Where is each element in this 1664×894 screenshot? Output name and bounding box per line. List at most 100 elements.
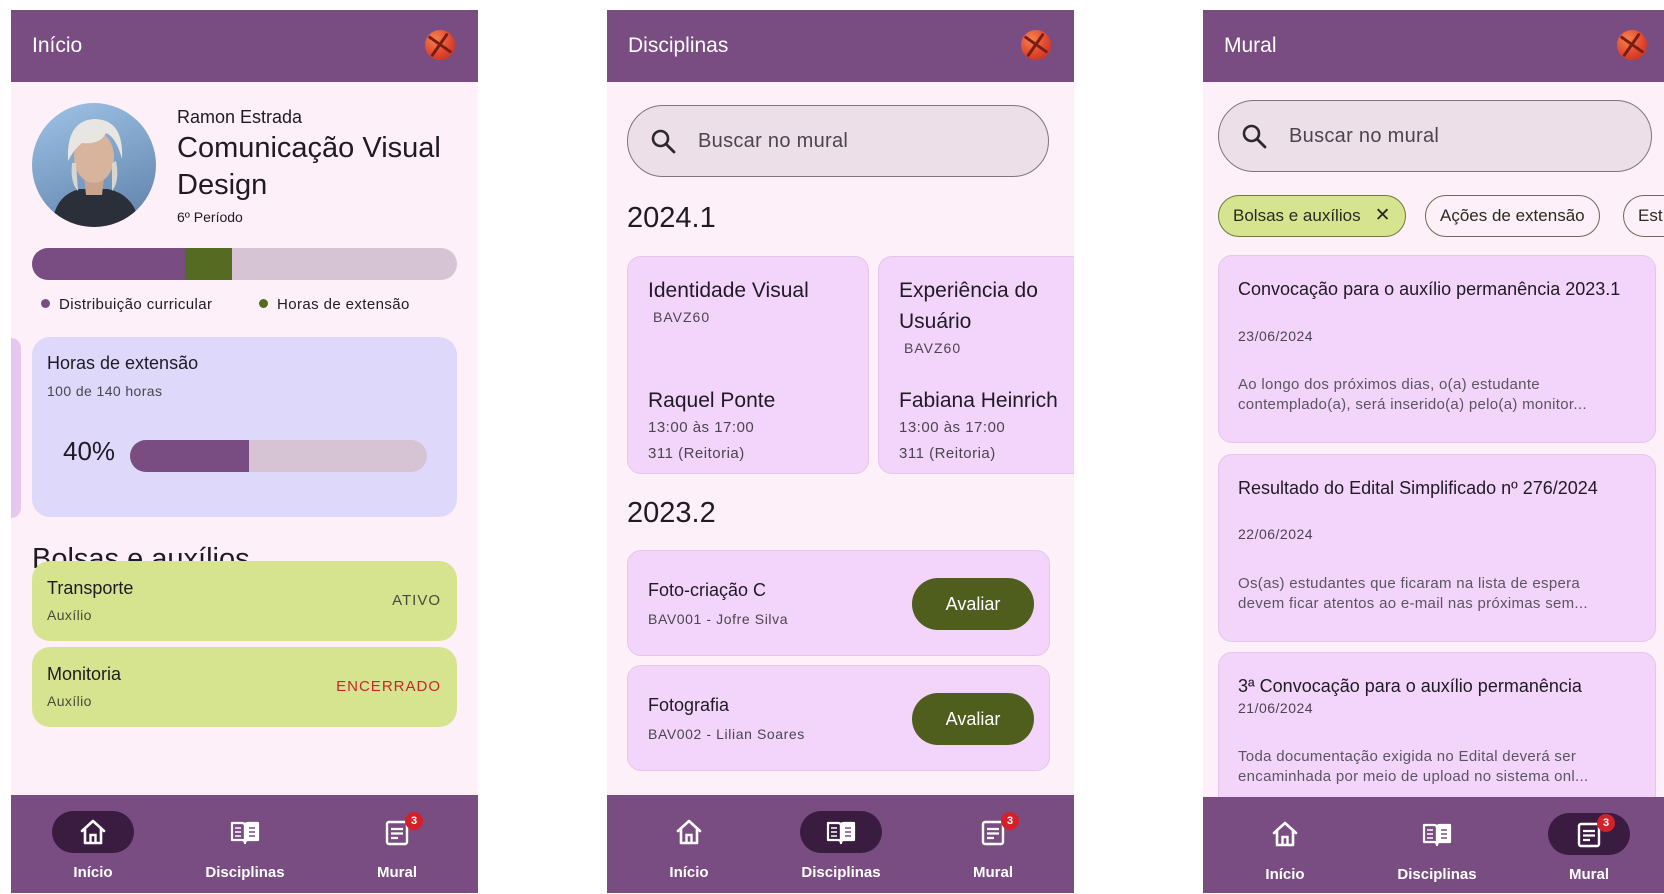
course-code: BAVZ60: [653, 309, 711, 325]
course-title: Experiência do Usuário: [899, 279, 1038, 333]
filter-chip-partial[interactable]: Est: [1623, 195, 1664, 237]
term-heading: 2024.1: [627, 202, 716, 234]
evaluation-card[interactable]: Foto-criação C BAV001 - Jofre Silva Aval…: [627, 550, 1050, 656]
nav-label: Início: [669, 864, 709, 881]
extension-hours-card[interactable]: Horas de extensão 100 de 140 horas 40%: [32, 337, 457, 517]
filter-chip-bolsas[interactable]: Bolsas e auxílios ✕: [1218, 195, 1406, 237]
course-professor: Fabiana Heinrich: [899, 389, 1058, 412]
course-room: 311 (Reitoria): [899, 445, 996, 462]
nav-item-inicio[interactable]: Início: [1215, 797, 1355, 893]
term-heading: 2023.2: [627, 497, 716, 529]
post-title: 3ª Convocação para o auxílio permanência: [1238, 676, 1582, 696]
nav-label: Mural: [1568, 866, 1609, 883]
evaluation-title: Fotografia: [648, 695, 730, 715]
course-professor: Raquel Ponte: [648, 389, 776, 412]
app-bar: Início: [11, 10, 478, 82]
course-card[interactable]: Experiência do Usuário BAVZ60 Fabiana He…: [878, 256, 1074, 474]
nav-item-mural[interactable]: 3 Mural: [1519, 797, 1659, 893]
home-screen: Início Ramon Estrada Comunicação Visual …: [11, 10, 478, 893]
post-date: 23/06/2024: [1238, 328, 1314, 344]
extension-card-subtitle: 100 de 140 horas: [47, 383, 163, 399]
nav-item-inicio[interactable]: Início: [23, 795, 163, 893]
home-icon: [674, 818, 704, 846]
carousel-peek-card[interactable]: [11, 338, 21, 518]
home-icon: [1270, 820, 1300, 848]
nav-item-disciplinas[interactable]: Disciplinas: [771, 795, 911, 893]
post-excerpt: Toda documentação exigida no Edital deve…: [1238, 748, 1589, 785]
book-icon: [230, 818, 260, 846]
app-logo-icon[interactable]: [425, 30, 455, 60]
extension-percent: 40%: [63, 436, 116, 466]
evaluate-button[interactable]: Avaliar: [912, 578, 1034, 630]
nav-label: Início: [1265, 866, 1305, 883]
notification-badge: 3: [1597, 814, 1615, 832]
nav-item-mural[interactable]: 3 Mural: [923, 795, 1063, 893]
bottom-nav: Início Disciplinas 3 Mural: [11, 795, 478, 893]
search-bar[interactable]: [627, 105, 1049, 177]
nav-label: Mural: [376, 864, 417, 881]
course-time: 13:00 às 17:00: [899, 419, 1006, 436]
search-input[interactable]: [1289, 121, 1609, 151]
post-date: 22/06/2024: [1238, 526, 1314, 542]
post-title: Resultado do Edital Simplificado nº 276/…: [1238, 478, 1598, 498]
aid-title: Transporte: [47, 578, 134, 598]
aid-card-monitoria[interactable]: Monitoria Auxílio ENCERRADO: [32, 647, 457, 727]
aid-card-transporte[interactable]: Transporte Auxílio ATIVO: [32, 561, 457, 641]
page-title: Disciplinas: [628, 34, 729, 57]
page-title: Início: [32, 34, 83, 57]
nav-label: Disciplinas: [205, 864, 285, 881]
nav-label: Mural: [972, 864, 1013, 881]
evaluate-button[interactable]: Avaliar: [912, 693, 1034, 745]
aid-title: Monitoria: [47, 664, 122, 684]
courses-screen: Disciplinas 2024.1 Identidade Visual BAV…: [607, 10, 1074, 893]
legend-dot: [259, 299, 268, 308]
app-bar: Mural: [1203, 10, 1664, 82]
app-bar: Disciplinas: [607, 10, 1074, 82]
extension-progress-fill: [130, 440, 249, 472]
avatar[interactable]: [32, 103, 156, 227]
distribution-fill: [32, 248, 185, 280]
extension-fill: [185, 248, 232, 280]
search-bar[interactable]: [1218, 100, 1652, 172]
evaluation-subtitle: BAV001 - Jofre Silva: [648, 611, 789, 627]
course-code: BAVZ60: [904, 340, 962, 356]
search-icon: [1241, 123, 1267, 149]
extension-progress-bar: [130, 440, 427, 472]
status-badge: ATIVO: [392, 592, 441, 609]
nav-label: Disciplinas: [801, 864, 881, 881]
course-time: 13:00 às 17:00: [648, 419, 755, 436]
bottom-nav: Início Disciplinas 3 Mural: [607, 795, 1074, 893]
post-date: 21/06/2024: [1238, 700, 1314, 716]
nav-item-inicio[interactable]: Início: [619, 795, 759, 893]
post-card[interactable]: Convocação para o auxílio permanência 20…: [1218, 255, 1656, 443]
post-card[interactable]: Resultado do Edital Simplificado nº 276/…: [1218, 454, 1656, 642]
post-excerpt: Os(as) estudantes que ficaram na lista d…: [1238, 575, 1588, 612]
course-name: Comunicação Visual Design: [177, 132, 441, 201]
legend-distribution: Distribuição curricular: [41, 296, 212, 313]
board-screen: Mural Bolsas e auxílios✕ Ações de extens…: [1203, 10, 1664, 893]
aid-subtitle: Auxílio: [47, 607, 92, 623]
nav-item-disciplinas[interactable]: Disciplinas: [175, 795, 315, 893]
filter-chip-acoes[interactable]: Ações de extensão: [1425, 195, 1600, 237]
close-icon[interactable]: ✕: [1375, 196, 1391, 235]
page-title: Mural: [1224, 34, 1277, 57]
extension-card-title: Horas de extensão: [47, 353, 199, 373]
nav-label: Disciplinas: [1397, 866, 1477, 883]
course-title: Identidade Visual: [648, 279, 809, 302]
status-badge: ENCERRADO: [336, 678, 441, 695]
nav-item-mural[interactable]: 3 Mural: [327, 795, 467, 893]
course-room: 311 (Reitoria): [648, 445, 745, 462]
app-logo-icon[interactable]: [1021, 30, 1051, 60]
post-title: Convocação para o auxílio permanência 20…: [1238, 279, 1621, 299]
nav-item-disciplinas[interactable]: Disciplinas: [1367, 797, 1507, 893]
curriculum-progress-bar: [32, 248, 457, 280]
search-input[interactable]: [698, 126, 1018, 156]
course-card[interactable]: Identidade Visual BAVZ60 Raquel Ponte 13…: [627, 256, 869, 474]
legend-extension: Horas de extensão: [259, 296, 410, 313]
search-icon: [650, 128, 676, 154]
nav-label: Início: [73, 864, 113, 881]
app-logo-icon[interactable]: [1617, 30, 1647, 60]
home-icon: [78, 818, 108, 846]
evaluation-card[interactable]: Fotografia BAV002 - Lilian Soares Avalia…: [627, 665, 1050, 771]
evaluation-subtitle: BAV002 - Lilian Soares: [648, 726, 805, 742]
